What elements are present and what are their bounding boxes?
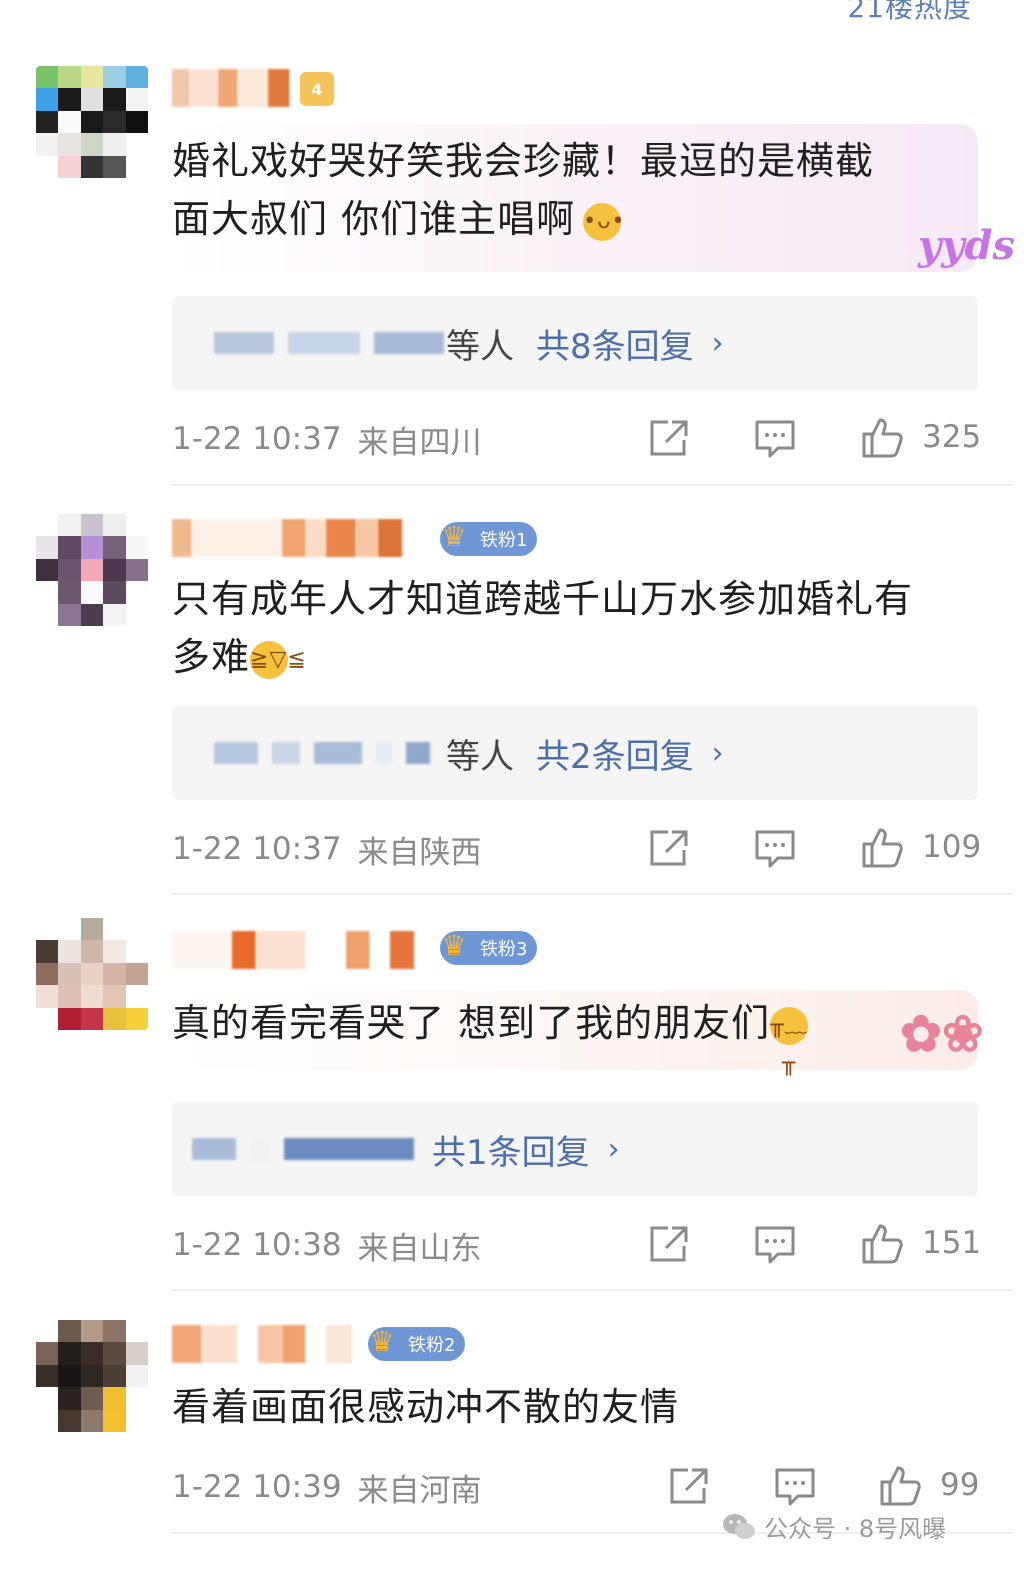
comment-text-line: 多难	[172, 635, 251, 679]
view-replies-label: 共8条回复	[536, 326, 694, 367]
like-button[interactable]: 109	[860, 824, 981, 870]
comment-text-line: 只有成年人才知道跨越千山万水参加婚礼有	[172, 577, 914, 621]
view-replies-link[interactable]: 共8条回复 ›	[536, 319, 724, 368]
tulip-sticker: ✿❀	[900, 1004, 984, 1063]
view-replies-label: 共1条回复	[432, 1132, 590, 1173]
thumbs-up-icon	[862, 828, 903, 868]
comment-icon[interactable]	[754, 828, 796, 870]
username[interactable]	[172, 1322, 352, 1366]
thumbs-up-icon	[862, 418, 903, 458]
comment-text: 真的看完看哭了 想到了我的朋友们╥﹏╥	[172, 994, 972, 1076]
share-icon[interactable]	[648, 1224, 690, 1264]
view-replies-label: 共2条回复	[536, 736, 694, 777]
like-count: 99	[940, 1467, 980, 1503]
crown-icon: ♛	[441, 928, 467, 962]
thumbs-up-icon	[880, 1466, 921, 1506]
crown-icon: ♛	[369, 1324, 395, 1358]
like-count: 109	[922, 829, 982, 865]
like-button[interactable]: 151	[860, 1220, 981, 1266]
tongue-out-emoji-icon: •ᴗ•	[583, 202, 625, 241]
comment-meta: 1-22 10:37 来自四川	[172, 414, 978, 464]
comment-icon[interactable]	[774, 1466, 816, 1508]
like-button[interactable]: 99	[878, 1462, 979, 1508]
avatar[interactable]	[36, 1320, 148, 1432]
fan-badge: ♛ 铁粉2	[368, 1325, 466, 1361]
watermark: 公众号 · 8号风曝	[722, 1509, 946, 1544]
comment-meta: 1-22 10:37 来自陕西	[172, 824, 978, 874]
reply-people-label: 等人	[446, 326, 514, 367]
comment-location: 来自山东	[357, 1230, 482, 1267]
comment-time: 1-22 10:37	[172, 831, 342, 867]
fan-badge-label: 铁粉1	[480, 530, 528, 551]
fan-badge-label: 铁粉3	[480, 939, 528, 960]
top-hint: 21楼热度	[847, 0, 972, 24]
comment-time: 1-22 10:38	[172, 1227, 342, 1263]
comment-text: 只有成年人才知道跨越千山万水参加婚礼有 多难≧▽≦	[172, 570, 972, 686]
comment-text-line: 真的看完看哭了 想到了我的朋友们	[172, 1001, 771, 1045]
avatar[interactable]	[36, 66, 148, 178]
comment-text-line: 看着画面很感动冲不散的友情	[172, 1385, 680, 1429]
reply-preview[interactable]: 共1条回复 ›	[172, 1102, 978, 1196]
divider	[172, 484, 1012, 486]
avatar[interactable]	[36, 918, 148, 1030]
thumbs-up-icon	[862, 1224, 903, 1264]
comment-text-line: 婚礼戏好哭好笑我会珍藏！最逗的是横截	[172, 139, 875, 183]
yyds-sticker: yyds	[918, 222, 1015, 269]
user-level-badge: 4	[300, 72, 334, 106]
view-replies-link[interactable]: 共2条回复 ›	[536, 729, 724, 778]
comment-text: 婚礼戏好哭好笑我会珍藏！最逗的是横截 面大叔们 你们谁主唱啊 •ᴗ•	[172, 132, 972, 248]
like-button[interactable]: 325	[860, 414, 981, 460]
fan-badge: ♛ 铁粉1	[440, 520, 538, 556]
comment-location: 来自四川	[357, 424, 482, 461]
like-count: 151	[922, 1225, 982, 1261]
username[interactable]	[172, 928, 414, 972]
like-count: 325	[922, 419, 982, 455]
comment-text: 看着画面很感动冲不散的友情	[172, 1378, 972, 1436]
reply-preview[interactable]: 等人 共2条回复 ›	[172, 706, 978, 800]
chevron-right-icon: ›	[607, 1131, 620, 1167]
comment-time: 1-22 10:37	[172, 421, 342, 457]
reply-preview[interactable]: 等人 共8条回复 ›	[172, 296, 978, 390]
reply-usernames	[172, 332, 444, 354]
view-replies-link[interactable]: 共1条回复 ›	[432, 1125, 620, 1174]
comment-icon[interactable]	[754, 1224, 796, 1266]
comment-text-line: 面大叔们 你们谁主唱啊	[172, 197, 576, 241]
username[interactable]	[172, 66, 304, 110]
watermark-text: 公众号 · 8号风曝	[764, 1515, 947, 1543]
share-icon[interactable]	[648, 418, 690, 458]
divider	[172, 893, 1012, 895]
reply-people-label: 等人	[446, 736, 514, 777]
comment-icon[interactable]	[754, 418, 796, 460]
laughing-crying-emoji-icon: ≧▽≦	[250, 640, 306, 679]
comment-time: 1-22 10:39	[172, 1469, 342, 1505]
comment-meta: 1-22 10:39 来自河南	[172, 1462, 978, 1512]
reply-usernames	[172, 1138, 414, 1160]
crown-icon: ♛	[441, 519, 467, 553]
share-icon[interactable]	[668, 1466, 710, 1506]
share-icon[interactable]	[648, 828, 690, 868]
chevron-right-icon: ›	[711, 735, 724, 771]
fan-badge-label: 铁粉2	[408, 1335, 456, 1356]
comment-location: 来自河南	[357, 1472, 482, 1509]
username[interactable]	[172, 516, 402, 560]
comment-meta: 1-22 10:38 来自山东	[172, 1220, 978, 1270]
crying-emoji-icon: ╥﹏╥	[770, 1006, 809, 1076]
chevron-right-icon: ›	[711, 325, 724, 361]
divider	[172, 1289, 1012, 1291]
wechat-icon	[723, 1513, 755, 1539]
comment-location: 来自陕西	[357, 834, 482, 871]
avatar[interactable]	[36, 514, 148, 626]
reply-usernames	[172, 742, 430, 764]
fan-badge: ♛ 铁粉3	[440, 929, 538, 965]
